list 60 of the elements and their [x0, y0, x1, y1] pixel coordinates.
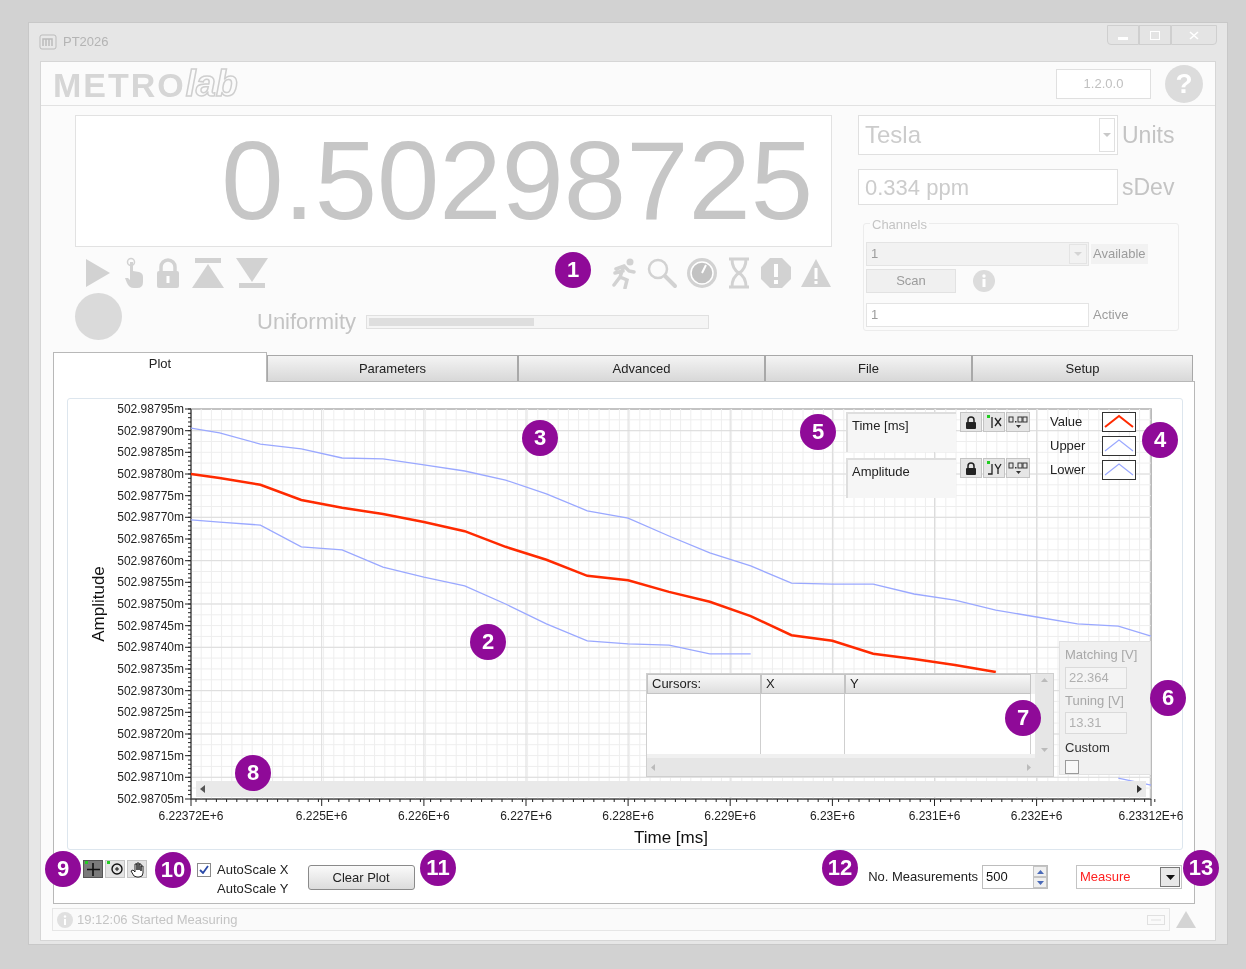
axis-title: Amplitude — [89, 566, 108, 642]
axis-tick-label: 502.98795m — [117, 402, 184, 416]
axis-tick-label: 502.98715m — [117, 748, 184, 763]
axis-title: Time [ms] — [634, 828, 708, 847]
scale-name-field: Time [ms] — [846, 412, 956, 452]
axis-tick-label: 6.23312E+6 — [1118, 809, 1184, 823]
autoscale-label: AutoScale X — [217, 860, 289, 879]
axis-tick-label: 502.98785m — [117, 445, 184, 460]
axis-tick-label: 502.98775m — [117, 488, 184, 503]
legend-label: Lower — [1050, 461, 1087, 480]
axis-tick-label: 6.229E+6 — [704, 809, 757, 823]
tab[interactable]: Parameters — [267, 355, 518, 382]
axis-tick-label: 502.98765m — [117, 532, 184, 546]
axis-tick-label: 6.22372E+6 — [158, 809, 224, 823]
tab[interactable]: Setup — [972, 355, 1193, 382]
column-header[interactable]: X — [761, 674, 845, 694]
mode-dropdown[interactable]: Measure — [1076, 865, 1182, 889]
matching-label: Matching [V] — [1065, 646, 1139, 664]
tab[interactable]: Advanced — [518, 355, 765, 382]
tab[interactable]: File — [765, 355, 972, 382]
axis-tick-label: 502.98760m — [117, 553, 184, 568]
axis-tick-label: 502.98780m — [117, 467, 184, 481]
axis-tick-label: 502.98720m — [117, 727, 184, 741]
axis-tick-label: 6.228E+6 — [602, 809, 654, 823]
axis-tick-label: 502.98745m — [117, 618, 184, 633]
axis-tick-label: 502.98735m — [117, 662, 184, 676]
measurements-label: No. Measurements — [868, 868, 978, 887]
axis-tick-label: 502.98750m — [117, 597, 184, 611]
axis-tick-label: 502.98725m — [117, 705, 184, 720]
custom-label: Custom — [1065, 739, 1111, 757]
axis-tick-label: 502.98740m — [117, 640, 184, 655]
axis-tick-label: 502.98790m — [117, 423, 184, 438]
measurements-field[interactable]: 500 — [982, 865, 1048, 889]
matching-field: 22.364 — [1065, 666, 1127, 689]
available-label: Available — [1091, 244, 1148, 264]
measurement-readout: 0.50298725 — [75, 115, 832, 247]
active-label: Active — [1093, 306, 1129, 325]
legend-label: Value — [1050, 413, 1084, 432]
column-header[interactable]: Cursors: — [647, 674, 761, 694]
autoscale-label: AutoScale Y — [217, 879, 289, 898]
version-field: 1.2.0.0 — [1056, 68, 1151, 99]
active-channel-field: 1 — [866, 303, 1089, 327]
axis-tick-label: 502.98705m — [117, 792, 184, 806]
tuning-label: Tuning [V] — [1065, 691, 1125, 710]
axis-tick-label: 502.98755m — [117, 575, 184, 590]
axis-tick-label: 502.98770m — [117, 510, 184, 525]
legend-label: Upper — [1050, 437, 1087, 456]
column-header[interactable]: Y — [845, 674, 1031, 694]
tuning-field: 13.31 — [1065, 712, 1127, 734]
axis-tick-label: 6.227E+6 — [500, 809, 552, 823]
axis-tick-label: 6.231E+6 — [908, 809, 961, 823]
axis-tick-label: 502.98730m — [117, 683, 184, 698]
axis-tick-label: 502.98710m — [117, 770, 184, 785]
axis-tick-label: 6.225E+6 — [295, 809, 348, 823]
scale-name-field: Amplitude — [846, 458, 956, 498]
axis-tick-label: 6.226E+6 — [398, 809, 450, 823]
axis-tick-label: 6.232E+6 — [1010, 809, 1063, 823]
axis-tick-label: 6.23E+6 — [809, 809, 855, 823]
tab[interactable]: Plot — [53, 352, 267, 382]
clear-plot-button[interactable]: Clear Plot — [307, 865, 415, 890]
